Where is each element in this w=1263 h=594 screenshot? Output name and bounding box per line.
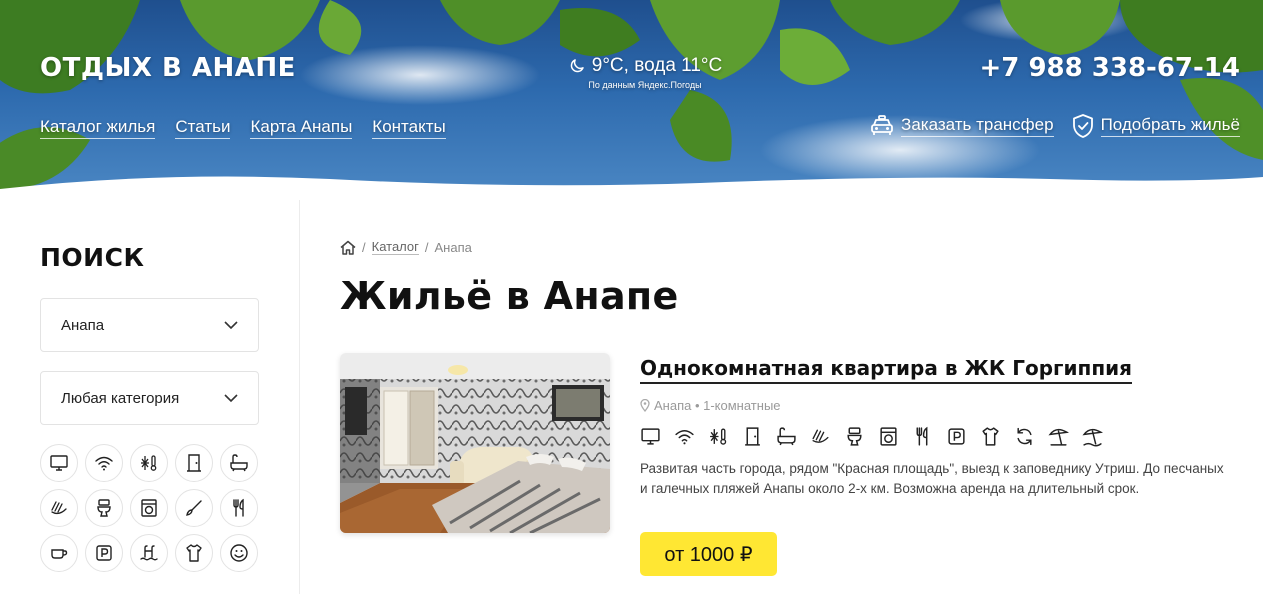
pick-housing-label: Подобрать жильё [1100, 115, 1240, 137]
breadcrumb-catalog[interactable]: Каталог [371, 239, 419, 255]
filter-tv[interactable] [40, 444, 78, 482]
cutlery-icon [916, 426, 928, 446]
tv-icon [50, 455, 68, 471]
filter-pool[interactable] [130, 534, 168, 572]
taxi-icon [871, 115, 893, 135]
refresh-icon [1017, 427, 1032, 446]
pool-icon [140, 545, 158, 561]
listing-description: Развитая часть города, рядом "Красная пл… [640, 461, 1224, 496]
home-icon[interactable] [340, 240, 356, 255]
iron-icon [812, 429, 829, 443]
bathtub-icon [230, 454, 248, 472]
listing-amenities [640, 426, 1103, 447]
breadcrumb-separator: / [362, 239, 366, 255]
city-select[interactable]: Анапа [40, 298, 259, 352]
filter-toilet[interactable] [85, 489, 123, 527]
nav-contacts[interactable]: Контакты [372, 117, 446, 139]
listing-price-button[interactable]: от 1000 ₽ [640, 532, 777, 576]
order-transfer-label: Заказать трансфер [901, 115, 1054, 137]
search-title: ПОИСК [40, 243, 145, 272]
weather-temperature: 9°C, вода 11°C [591, 55, 723, 76]
shirt-icon [982, 427, 999, 446]
filter-door[interactable] [175, 444, 213, 482]
washing-machine-icon [141, 499, 157, 517]
filter-shirt[interactable] [175, 534, 213, 572]
filter-brush[interactable] [175, 489, 213, 527]
nav-map[interactable]: Карта Анапы [250, 117, 353, 139]
category-select[interactable]: Любая категория [40, 371, 259, 425]
beach-umbrella-2-icon [1082, 428, 1103, 447]
parking-icon [96, 545, 112, 561]
beach-umbrella-icon [1048, 428, 1069, 446]
listing-photo[interactable] [340, 353, 610, 533]
chevron-down-icon [224, 393, 238, 402]
page-title: Жильё в Анапе [340, 274, 679, 318]
door-icon [745, 427, 760, 446]
nav-articles[interactable]: Статьи [175, 117, 231, 139]
listing-meta: Анапа • 1-комнатные [640, 398, 781, 413]
washing-machine-icon [880, 427, 897, 446]
leaves-background-image [0, 0, 1263, 190]
shield-check-icon [1072, 114, 1093, 138]
air-conditioner-icon [141, 455, 157, 471]
tv-icon [641, 428, 660, 445]
header-hero: ОТДЫХ В АНАПЕ 9°C, вода 11°C По данным Я… [0, 0, 1263, 200]
filter-coffee[interactable] [40, 534, 78, 572]
moon-icon [570, 59, 584, 73]
weather-widget: 9°C, вода 11°C По данным Яндекс.Погоды [560, 55, 730, 90]
smile-icon [230, 544, 248, 562]
nav-catalog[interactable]: Каталог жилья [40, 117, 156, 139]
location-pin-icon [640, 399, 650, 412]
order-transfer-link[interactable]: Заказать трансфер [870, 114, 1054, 138]
pick-housing-link[interactable]: Подобрать жильё [1072, 114, 1240, 138]
filter-washing-machine[interactable] [130, 489, 168, 527]
toilet-icon [97, 499, 111, 517]
filter-bathtub[interactable] [220, 444, 258, 482]
air-conditioner-icon [710, 428, 727, 445]
chevron-down-icon [224, 320, 238, 329]
breadcrumb-current: Анапа [434, 239, 472, 255]
coffee-icon [51, 549, 68, 559]
parking-icon [948, 428, 965, 445]
filter-cutlery[interactable] [220, 489, 258, 527]
filter-air-conditioner[interactable] [130, 444, 168, 482]
weather-source[interactable]: По данным Яндекс.Погоды [560, 80, 730, 90]
wave-divider [0, 176, 1263, 200]
site-logo[interactable]: ОТДЫХ В АНАПЕ [40, 53, 296, 83]
wifi-icon [95, 456, 113, 471]
shirt-icon [186, 544, 202, 562]
filter-smile[interactable] [220, 534, 258, 572]
phone-number[interactable]: +7 988 338-67-14 [980, 53, 1240, 83]
toilet-icon [847, 427, 862, 446]
filter-parking[interactable] [85, 534, 123, 572]
header-actions: Заказать трансфер Подобрать жильё [870, 114, 1240, 138]
breadcrumb: / Каталог / Анапа [340, 239, 472, 255]
search-sidebar: ПОИСК Анапа Любая категория [0, 200, 300, 594]
filter-wifi[interactable] [85, 444, 123, 482]
apartment-room-image [340, 353, 610, 533]
wifi-icon [675, 429, 694, 445]
door-icon [187, 454, 201, 472]
main-nav: Каталог жилья Статьи Карта Анапы Контакт… [40, 117, 446, 139]
iron-icon [51, 501, 67, 515]
brush-icon [186, 500, 202, 516]
cutlery-icon [233, 498, 244, 517]
amenity-filter-grid [40, 444, 258, 572]
breadcrumb-separator: / [424, 239, 429, 255]
city-select-value: Анапа [61, 316, 105, 334]
bathtub-icon [777, 427, 796, 446]
filter-iron[interactable] [40, 489, 78, 527]
category-select-value: Любая категория [61, 389, 180, 407]
listing-meta-text: Анапа • 1-комнатные [654, 398, 781, 413]
listing-title[interactable]: Однокомнатная квартира в ЖК Горгиппия [640, 356, 1132, 384]
